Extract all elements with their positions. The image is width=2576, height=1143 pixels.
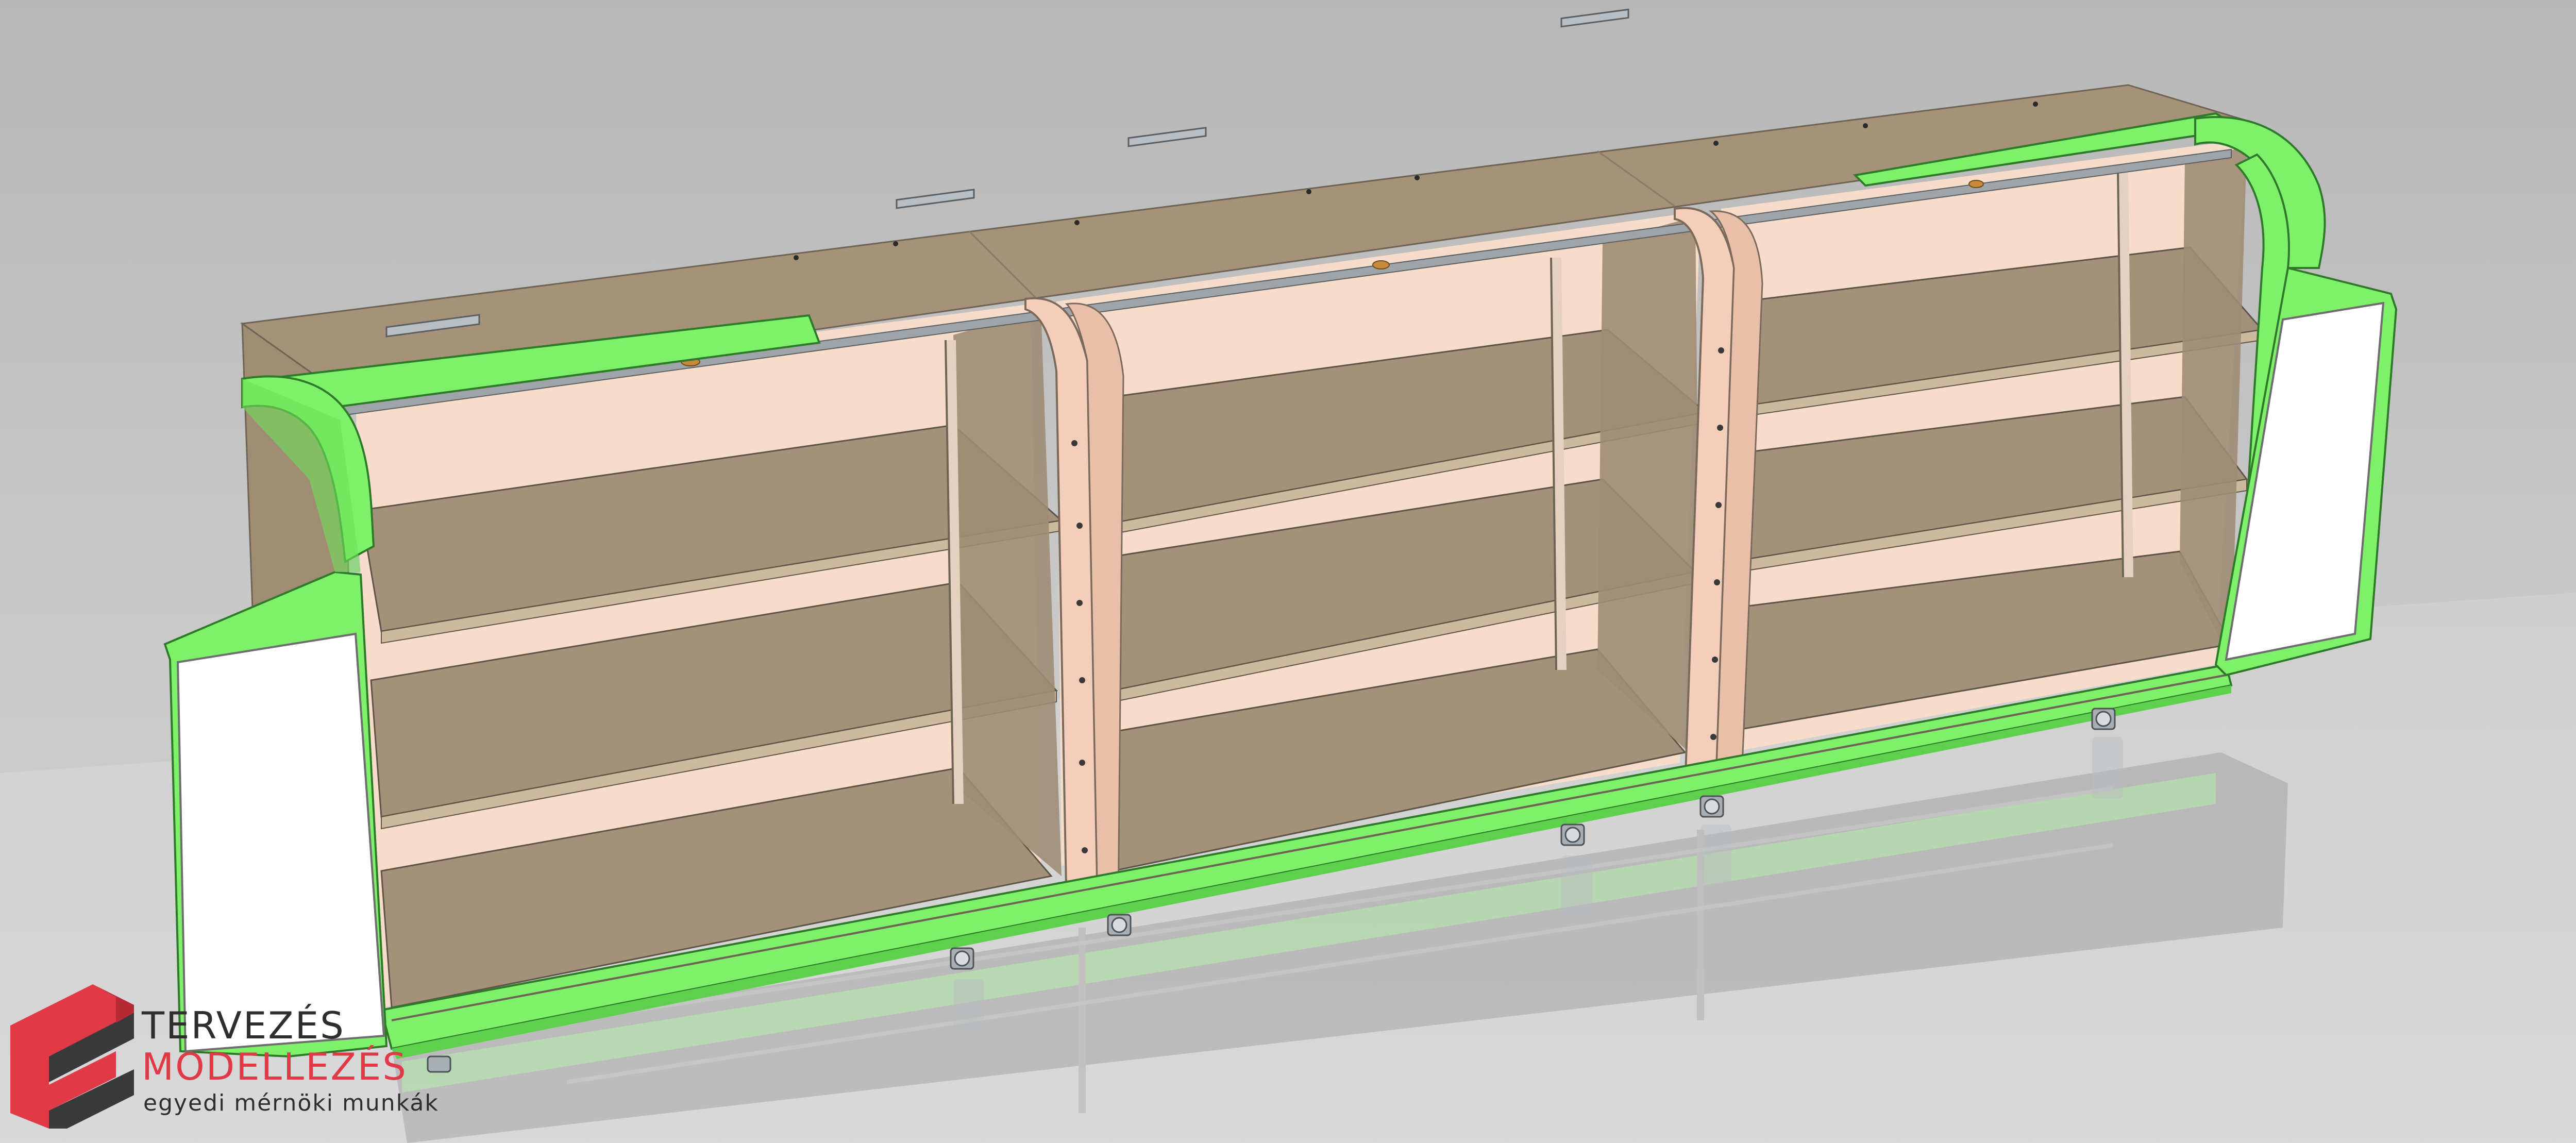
cad-render-scene: TERVEZÉS MODELLEZÉS egyedi mérnöki munká… [0, 0, 2576, 1143]
logo-line-3: egyedi mérnöki munkák [143, 1090, 439, 1116]
logo-line-2: MODELLEZÉS [142, 1045, 408, 1088]
left-white-panel [176, 632, 385, 1053]
logo-line-1: TERVEZÉS [141, 1004, 345, 1047]
